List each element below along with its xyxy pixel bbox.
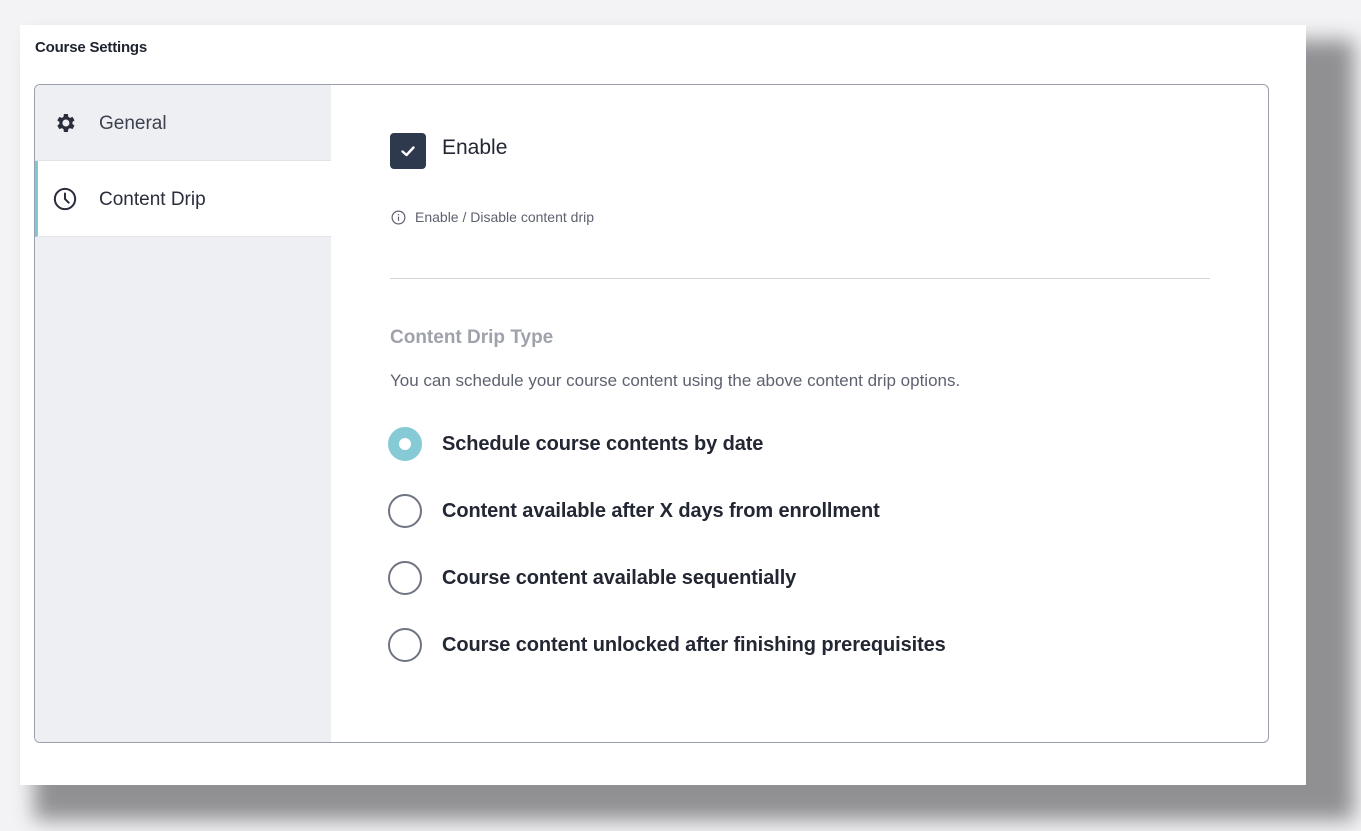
divider (390, 278, 1210, 279)
checkmark-icon (401, 146, 415, 157)
sidebar-item-general[interactable]: General (35, 85, 331, 161)
enable-help: Enable / Disable content drip (390, 209, 594, 225)
radio-unselected[interactable] (388, 494, 422, 528)
content-drip-type-description: You can schedule your course content usi… (390, 371, 961, 390)
drip-option-prerequisites[interactable]: Course content unlocked after finishing … (388, 628, 946, 662)
enable-label: Enable (442, 136, 508, 159)
radio-unselected[interactable] (388, 561, 422, 595)
radio-selected[interactable] (388, 427, 422, 461)
drip-option-sequential[interactable]: Course content available sequentially (388, 561, 796, 595)
radio-label: Content available after X days from enro… (442, 499, 880, 522)
drip-option-schedule-by-date[interactable]: Schedule course contents by date (388, 427, 763, 461)
content-drip-panel: Enable Enable / Disable content drip Con… (331, 85, 1268, 742)
sidebar-item-content-drip[interactable]: Content Drip (35, 161, 331, 237)
content-drip-type-title: Content Drip Type (390, 327, 554, 348)
radio-label: Schedule course contents by date (442, 432, 764, 455)
radio-unselected[interactable] (388, 628, 422, 662)
radio-label: Course content unlocked after finishing … (442, 633, 946, 656)
gear-icon (53, 111, 77, 135)
settings-sidebar: General Content Drip (35, 85, 331, 742)
info-icon (390, 209, 406, 225)
radio-label: Course content available sequentially (442, 566, 797, 589)
help-text: Enable / Disable content drip (415, 209, 594, 225)
clock-icon (53, 187, 77, 211)
drip-option-after-x-days[interactable]: Content available after X days from enro… (388, 494, 880, 528)
enable-checkbox[interactable] (390, 133, 426, 169)
settings-panel: General Content Drip Enable Enable / Dis… (34, 84, 1269, 743)
page-title: Course Settings (35, 39, 148, 56)
course-settings-card: Course Settings General Content Drip Ena… (20, 25, 1306, 785)
sidebar-item-label: General (99, 113, 167, 134)
sidebar-item-label: Content Drip (99, 189, 206, 210)
